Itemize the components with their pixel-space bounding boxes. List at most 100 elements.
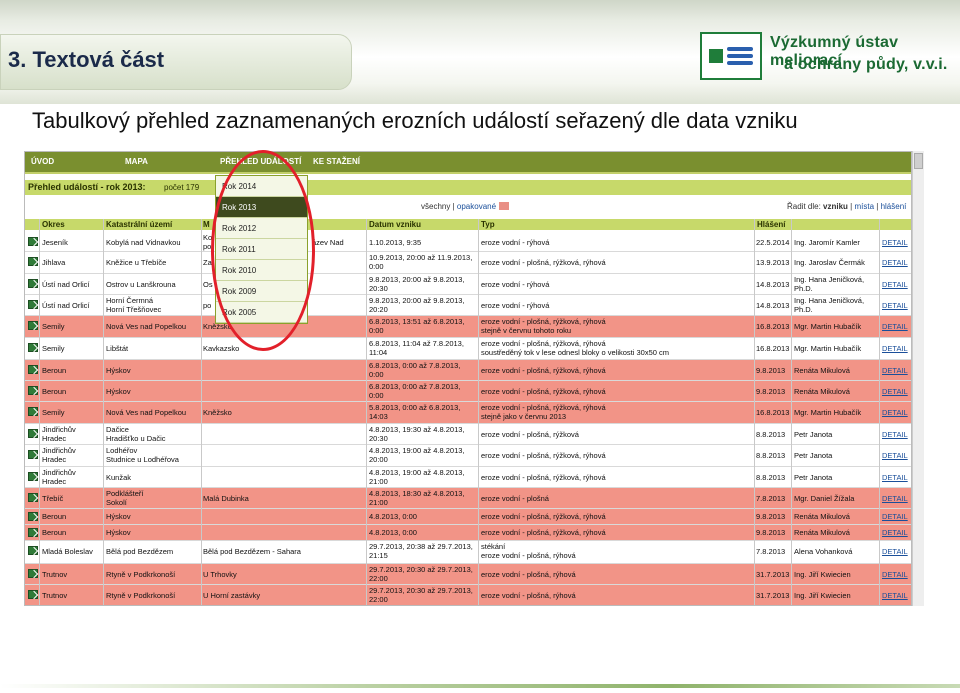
nav-mapa[interactable]: MAPA [125,157,148,166]
sort-place-link[interactable]: místa [854,202,874,211]
detail-link[interactable]: DETAIL [882,408,908,417]
cell-okres: Beroun [42,387,67,396]
map-pin-icon[interactable] [28,257,38,266]
cell-katastralni-uzemi: Bělá pod Bezdězem [106,547,174,556]
cell-hlaseni-name: Renáta Mikulová [794,366,850,375]
col-katastralni-uzemi[interactable]: Katastrální území [106,220,172,229]
map-pin-icon[interactable] [28,386,38,395]
detail-link[interactable]: DETAIL [882,322,908,331]
detail-link[interactable]: DETAIL [882,238,908,247]
map-pin-icon[interactable] [28,569,38,578]
cell-hlaseni-date: 14.8.2013 [756,280,790,289]
scrollbar[interactable] [912,151,924,606]
map-pin-icon[interactable] [28,590,38,599]
table-row[interactable]: Jindřichův Hradec Kunžak 4.8.2013, 19:00 a… [25,467,911,488]
cell-hlaseni-date: 13.9.2013 [756,258,790,267]
cell-katastralni-uzemi: Rtyně v Podkrkonoší [106,570,176,579]
filter-links: všechny | opakované [421,202,510,211]
map-pin-icon[interactable] [28,343,38,352]
map-pin-icon[interactable] [28,429,38,438]
detail-link[interactable]: DETAIL [882,451,908,460]
cell-hlaseni-date: 7.8.2013 [756,547,786,556]
table-row[interactable]: Jindřichův Hradec Dačice Hradišťko u Dači… [25,424,911,445]
cell-katastralni-uzemi: Kněžice u Třebíče [106,258,167,267]
col-okres[interactable]: Okres [42,220,65,229]
map-pin-icon[interactable] [28,237,38,246]
col-misto[interactable]: M [203,220,210,229]
detail-link[interactable]: DETAIL [882,547,908,556]
col-datum-vzniku[interactable]: Datum vzniku [369,220,421,229]
table-row[interactable]: Třebíč Podklášteří Sokolí Malá Dubinka 4.8.… [25,488,911,509]
col-divider [103,219,104,605]
cell-misto-2: ázev Nad [312,238,344,247]
top-navigation: ÚVOD MAPA PŘEHLED UDÁLOSTÍ KE STAŽENÍ [25,152,911,174]
table-row[interactable]: Jindřichův Hradec Lodhéřov Studnice u Lod… [25,445,911,467]
detail-link[interactable]: DETAIL [882,280,908,289]
col-typ[interactable]: Typ [481,220,495,229]
detail-link[interactable]: DETAIL [882,528,908,537]
cell-katastralni-uzemi: Ostrov u Lanškrouna [106,280,176,289]
nav-ke-stazeni[interactable]: KE STAŽENÍ [313,157,360,166]
cell-typ: stékání eroze vodní - plošná, rýhová [481,542,576,560]
detail-link[interactable]: DETAIL [882,387,908,396]
scroll-thumb[interactable] [914,153,923,169]
section-header: Přehled událostí - rok 2013: počet 179 [25,180,911,195]
table-row[interactable]: Jeseník Kobylá nad Vidnavkou Ko po ázev Nad… [25,232,911,252]
map-pin-icon[interactable] [28,512,38,521]
table-row[interactable]: Semily Libštát Kavkazsko 6.8.2013, 11:04 až… [25,338,911,360]
col-divider [478,219,479,605]
detail-link[interactable]: DETAIL [882,512,908,521]
map-pin-icon[interactable] [28,365,38,374]
table-row[interactable]: Beroun Hýskov 6.8.2013, 0:00 až 7.8.2013, … [25,381,911,402]
cell-datum: 9.8.2013, 20:00 až 9.8.2013, 20:20 [369,296,465,314]
sort-report-link[interactable]: hlášení [881,202,907,211]
cell-hlaseni-date: 9.8.2013 [756,528,786,537]
map-pin-icon[interactable] [28,528,38,537]
table-row[interactable]: Semily Nová Ves nad Popelkou Kněžsko 6.8.20… [25,316,911,338]
table-row[interactable]: Trutnov Rtyně v Podkrkonoší U Trhovky 29.7.… [25,564,911,585]
table-row[interactable]: Ústí nad Orlicí Horní Čermná Horní Třešňo… [25,295,911,316]
cell-katastralni-uzemi: Hýskov [106,528,131,537]
filter-repeated-link[interactable]: opakované [457,202,496,211]
map-pin-icon[interactable] [28,493,38,502]
table-row[interactable]: Beroun Hýskov 4.8.2013, 0:00 eroze vodní - … [25,525,911,541]
map-pin-icon[interactable] [28,472,38,481]
detail-link[interactable]: DETAIL [882,258,908,267]
slide-title: 3. Textová část [8,47,165,72]
cell-misto: Kněžsko [203,408,232,417]
cell-okres: Beroun [42,528,67,537]
col-divider [754,219,755,605]
cell-typ: eroze vodní - plošná, rýžková, rýhová [481,366,606,375]
cell-hlaseni-name: Ing. Hana Jeničková, Ph.D. [794,296,865,314]
detail-link[interactable]: DETAIL [882,570,908,579]
map-pin-icon[interactable] [28,300,38,309]
detail-link[interactable]: DETAIL [882,591,908,600]
table-row[interactable]: Mladá Boleslav Bělá pod Bezdězem Bělá pod … [25,541,911,564]
detail-link[interactable]: DETAIL [882,430,908,439]
map-pin-icon[interactable] [28,279,38,288]
detail-link[interactable]: DETAIL [882,494,908,503]
filter-all-link[interactable]: všechny [421,202,450,211]
map-pin-icon[interactable] [28,321,38,330]
detail-link[interactable]: DETAIL [882,366,908,375]
table-row[interactable]: Ústí nad Orlicí Ostrov u Lanškrouna Os 9.8.… [25,274,911,295]
table-row[interactable]: Semily Nová Ves nad Popelkou Kněžsko 5.8.20… [25,402,911,424]
map-pin-icon[interactable] [28,450,38,459]
col-hlaseni[interactable]: Hlášení [757,220,785,229]
table-row[interactable]: Trutnov Rtyně v Podkrkonoší U Horní zastáv… [25,585,911,605]
cell-typ: eroze vodní - plošná [481,494,549,503]
table-row[interactable]: Beroun Hýskov 4.8.2013, 0:00 eroze vodní - … [25,509,911,525]
map-pin-icon[interactable] [28,546,38,555]
table-row[interactable]: Beroun Hýskov 6.8.2013, 0:00 až 7.8.2013, … [25,360,911,381]
detail-link[interactable]: DETAIL [882,473,908,482]
nav-uvod[interactable]: ÚVOD [31,157,54,166]
cell-okres: Semily [42,322,65,331]
table-row[interactable]: Jihlava Kněžice u Třebíče Za 10.9.2013, 20:… [25,252,911,274]
cell-katastralni-uzemi: Horní Čermná Horní Třešňovec [106,296,162,314]
map-pin-icon[interactable] [28,407,38,416]
cell-hlaseni-name: Alena Vohanková [794,547,853,556]
detail-link[interactable]: DETAIL [882,344,908,353]
detail-link[interactable]: DETAIL [882,301,908,310]
cell-katastralni-uzemi: Dačice Hradišťko u Dačic [106,425,166,443]
cell-hlaseni-name: Ing. Jaromír Kamler [794,238,860,247]
